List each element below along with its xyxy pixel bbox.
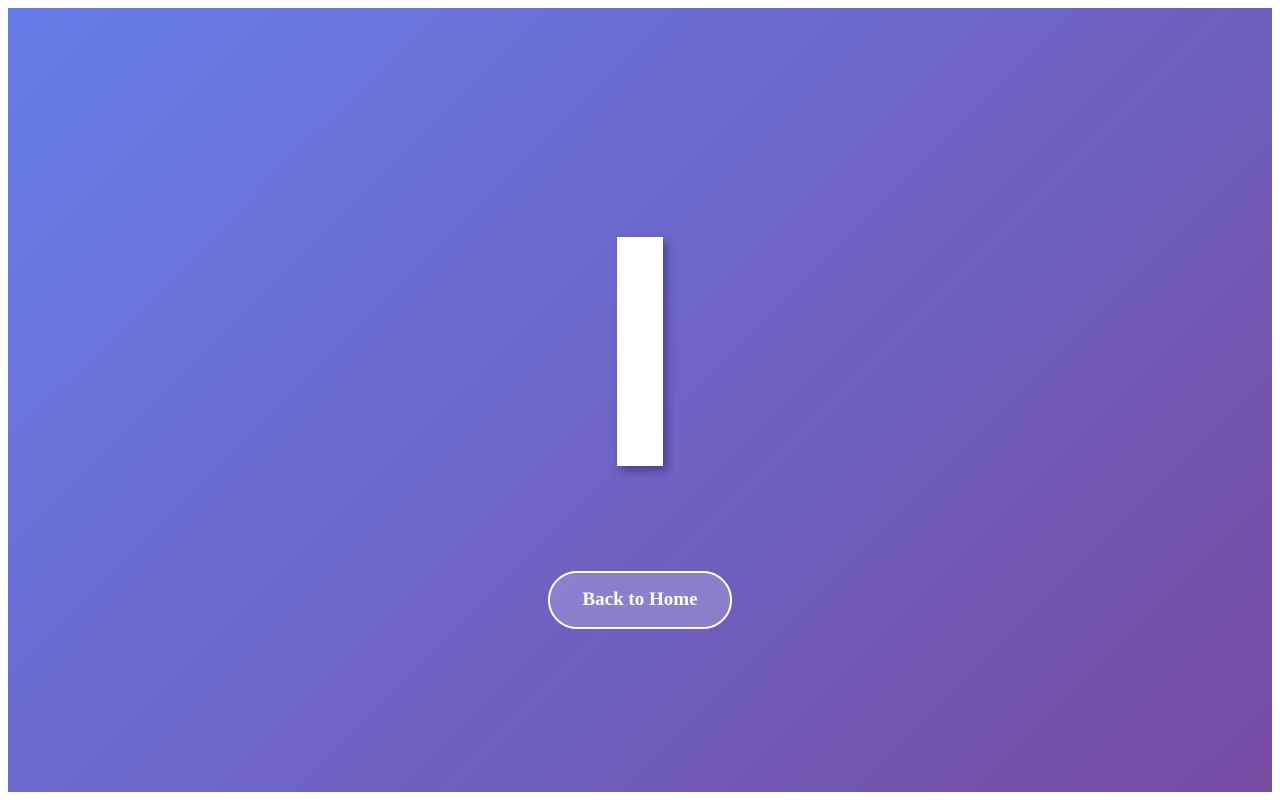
- page-container: Back to Home: [8, 8, 1272, 792]
- error-code-glyph: [617, 237, 663, 466]
- back-to-home-button[interactable]: Back to Home: [548, 571, 732, 629]
